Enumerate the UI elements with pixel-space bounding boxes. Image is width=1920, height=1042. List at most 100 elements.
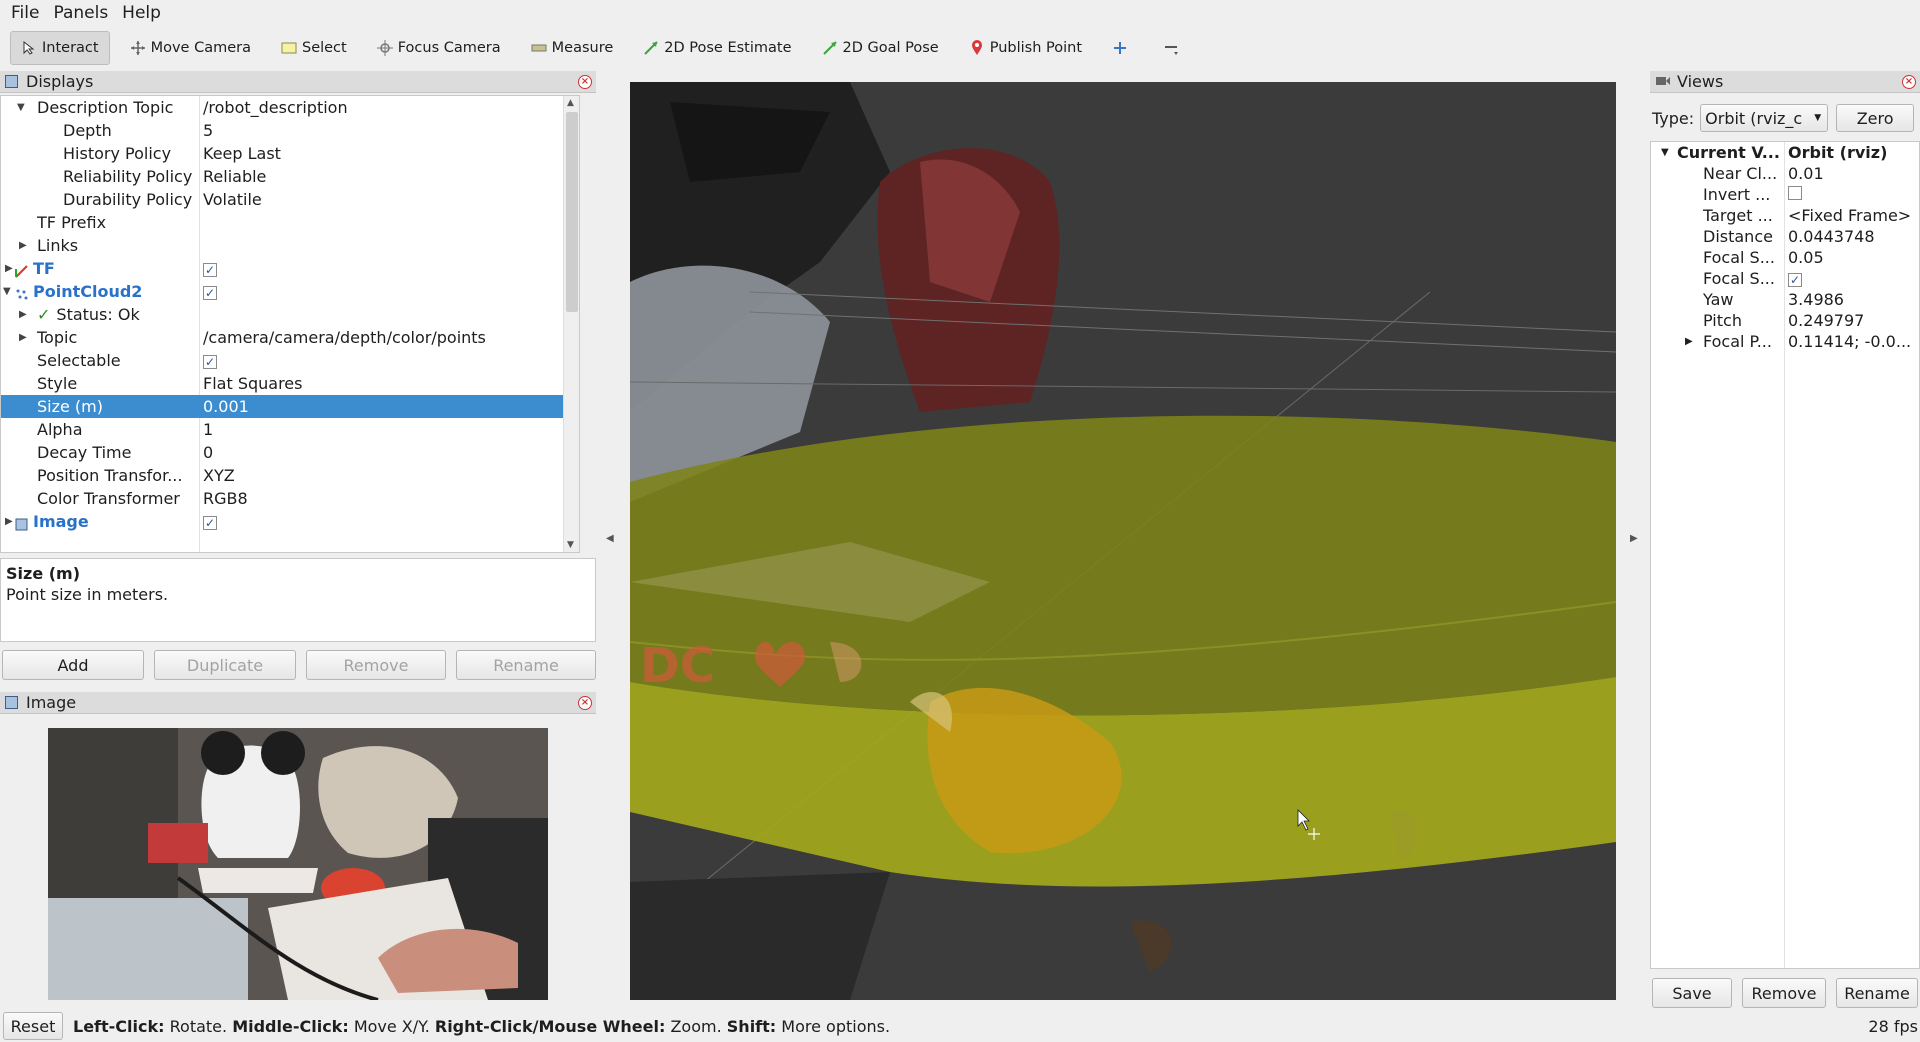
- measure-tool-button[interactable]: Measure: [521, 31, 624, 65]
- select-tool-button[interactable]: Select: [271, 31, 357, 65]
- close-icon[interactable]: ×: [1902, 75, 1916, 89]
- select-icon: [281, 40, 297, 56]
- tree-row-tf-prefix[interactable]: TF Prefix: [1, 211, 579, 234]
- remove-display-button[interactable]: Remove: [306, 650, 446, 680]
- views-row-pitch[interactable]: Pitch 0.249797: [1651, 310, 1919, 331]
- expand-arrow-icon[interactable]: ▶: [5, 516, 13, 527]
- views-row-distance[interactable]: Distance 0.0443748: [1651, 226, 1919, 247]
- tree-row-description-topic[interactable]: ▼ Description Topic /robot_description: [1, 96, 579, 119]
- tree-row-alpha[interactable]: Alpha 1: [1, 418, 579, 441]
- move-camera-icon: [130, 40, 146, 56]
- publish-point-tool-button[interactable]: Publish Point: [959, 31, 1092, 65]
- expand-arrow-icon[interactable]: ▶: [1685, 336, 1693, 347]
- status-bar: Reset Left-Click: Rotate. Middle-Click: …: [0, 1010, 1920, 1042]
- collapse-right-arrow-icon[interactable]: ▶: [1630, 533, 1638, 544]
- collapse-left-arrow-icon[interactable]: ◀: [606, 533, 614, 544]
- tree-row-pointcloud2[interactable]: ▼ PointCloud2 ✓: [1, 280, 579, 303]
- move-camera-tool-button[interactable]: Move Camera: [120, 31, 261, 65]
- 3d-viewport[interactable]: DC: [630, 82, 1616, 1000]
- expand-arrow-icon[interactable]: ▶: [19, 332, 27, 343]
- check-icon: ✓: [37, 305, 51, 324]
- displays-tree: ▼ Description Topic /robot_description D…: [0, 95, 580, 553]
- view-type-dropdown[interactable]: Orbit (rviz_c ▼: [1700, 104, 1829, 132]
- tree-row-decay-time[interactable]: Decay Time 0: [1, 441, 579, 464]
- tree-row-image[interactable]: ▶ Image ✓: [1, 510, 579, 533]
- tree-row-topic[interactable]: ▶ Topic /camera/camera/depth/color/point…: [1, 326, 579, 349]
- add-display-button[interactable]: Add: [2, 650, 144, 680]
- displays-scrollbar[interactable]: ▲ ▼: [563, 96, 579, 552]
- interact-tool-button[interactable]: Interact: [10, 31, 110, 65]
- tree-row-style[interactable]: Style Flat Squares: [1, 372, 579, 395]
- tree-row-selectable[interactable]: Selectable ✓: [1, 349, 579, 372]
- invert-z-checkbox[interactable]: [1788, 186, 1802, 200]
- menu-panels[interactable]: Panels: [46, 3, 115, 23]
- tree-row-durability-policy[interactable]: Durability Policy Volatile: [1, 188, 579, 211]
- selectable-checkbox[interactable]: ✓: [203, 355, 217, 369]
- views-row-target-frame[interactable]: Target ... <Fixed Frame>: [1651, 205, 1919, 226]
- pose-estimate-label: 2D Pose Estimate: [664, 40, 792, 56]
- rename-view-button[interactable]: Rename: [1836, 978, 1918, 1008]
- menu-help[interactable]: Help: [115, 3, 168, 23]
- description-text: Point size in meters.: [6, 585, 169, 604]
- tf-display-icon: [15, 263, 28, 278]
- focal-shape-checkbox[interactable]: ✓: [1788, 273, 1802, 287]
- collapse-arrow-icon[interactable]: ▼: [1661, 147, 1669, 158]
- pose-estimate-tool-button[interactable]: 2D Pose Estimate: [633, 31, 801, 65]
- collapse-arrow-icon[interactable]: ▼: [3, 286, 11, 297]
- view-type-label: Type:: [1652, 108, 1695, 128]
- goal-pose-label: 2D Goal Pose: [842, 40, 939, 56]
- goal-pose-tool-button[interactable]: 2D Goal Pose: [812, 31, 949, 65]
- views-row-focal-shape-size[interactable]: Focal S... 0.05: [1651, 247, 1919, 268]
- camera-image: [48, 728, 548, 1000]
- tree-row-depth[interactable]: Depth 5: [1, 119, 579, 142]
- expand-arrow-icon[interactable]: ▶: [19, 240, 27, 251]
- rename-display-button[interactable]: Rename: [456, 650, 596, 680]
- views-title: Views: [1677, 72, 1724, 91]
- views-row-focal-shape-fixed[interactable]: Focal S... ✓: [1651, 268, 1919, 289]
- zero-button[interactable]: Zero: [1836, 104, 1915, 132]
- collapse-arrow-icon[interactable]: ▼: [17, 102, 25, 113]
- tree-row-position-transformer[interactable]: Position Transfor... XYZ: [1, 464, 579, 487]
- close-icon[interactable]: ×: [578, 75, 592, 89]
- expand-arrow-icon[interactable]: ▶: [5, 263, 13, 274]
- reset-button[interactable]: Reset: [3, 1012, 63, 1040]
- views-tree: ▼ Current V... Orbit (rviz) Near Cl... 0…: [1650, 141, 1920, 969]
- tf-enabled-checkbox[interactable]: ✓: [203, 263, 217, 277]
- add-tool-button[interactable]: [1102, 31, 1143, 65]
- remove-tool-button[interactable]: [1153, 31, 1194, 65]
- menu-file[interactable]: File: [4, 3, 46, 23]
- views-row-current-view[interactable]: ▼ Current V... Orbit (rviz): [1651, 142, 1919, 163]
- focus-camera-tool-button[interactable]: Focus Camera: [367, 31, 511, 65]
- duplicate-display-button[interactable]: Duplicate: [154, 650, 296, 680]
- tree-row-size[interactable]: Size (m) 0.001: [1, 395, 579, 418]
- tree-row-status[interactable]: ▶ ✓ Status: Ok: [1, 303, 579, 326]
- displays-title: Displays: [26, 72, 94, 91]
- cursor-icon: [21, 40, 37, 56]
- expand-arrow-icon[interactable]: ▶: [19, 309, 27, 320]
- publish-point-label: Publish Point: [989, 40, 1083, 56]
- views-row-yaw[interactable]: Yaw 3.4986: [1651, 289, 1919, 310]
- tree-row-history-policy[interactable]: History Policy Keep Last: [1, 142, 579, 165]
- save-view-button[interactable]: Save: [1652, 978, 1732, 1008]
- image-enabled-checkbox[interactable]: ✓: [203, 516, 217, 530]
- tree-row-links[interactable]: ▶ Links: [1, 234, 579, 257]
- scroll-up-icon[interactable]: ▲: [567, 98, 574, 108]
- close-icon[interactable]: ×: [578, 696, 592, 710]
- views-row-invert-z[interactable]: Invert ...: [1651, 184, 1919, 205]
- views-button-row: Save Remove Rename: [1650, 978, 1920, 1008]
- image-panel-header: Image ×: [0, 692, 596, 714]
- scroll-down-icon[interactable]: ▼: [567, 540, 574, 550]
- tree-row-color-transformer[interactable]: Color Transformer RGB8: [1, 487, 579, 510]
- views-row-focal-point[interactable]: ▶ Focal P... 0.11414; -0.0...: [1651, 331, 1919, 352]
- remove-view-button[interactable]: Remove: [1742, 978, 1826, 1008]
- pose-estimate-icon: [643, 40, 659, 56]
- displays-panel-header: Displays ×: [0, 71, 596, 93]
- displays-panel-icon: [5, 75, 18, 88]
- views-row-near-clip[interactable]: Near Cl... 0.01: [1651, 163, 1919, 184]
- fps-counter: 28 fps: [1868, 1016, 1918, 1036]
- displays-button-row: Add Duplicate Remove Rename: [2, 650, 596, 680]
- pointcloud2-enabled-checkbox[interactable]: ✓: [203, 286, 217, 300]
- tree-row-tf[interactable]: ▶ TF ✓: [1, 257, 579, 280]
- scrollbar-thumb[interactable]: [566, 112, 578, 312]
- tree-row-reliability-policy[interactable]: Reliability Policy Reliable: [1, 165, 579, 188]
